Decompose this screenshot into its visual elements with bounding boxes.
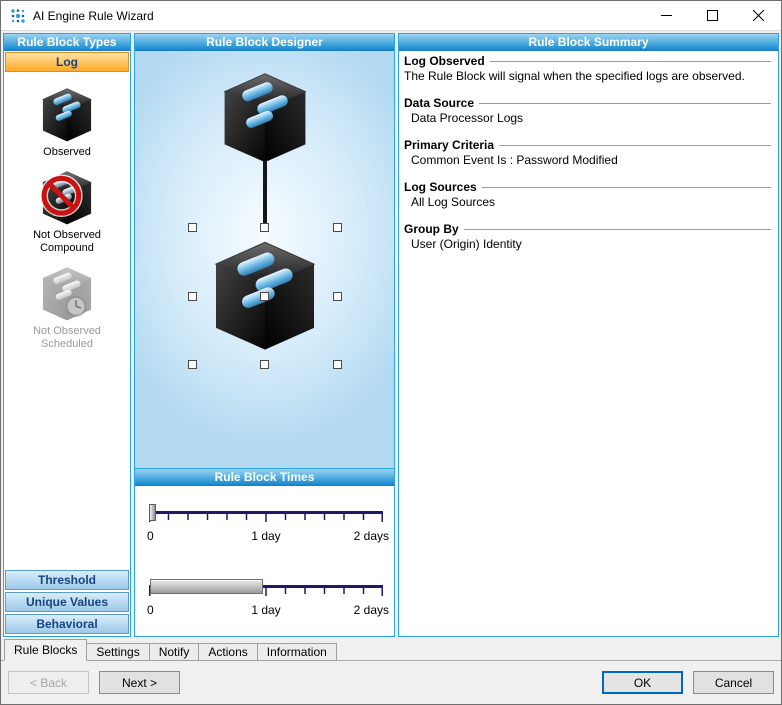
close-icon: [753, 10, 764, 21]
tick-label: 0: [147, 529, 154, 543]
time-slider-primary-labels: 0 1 day 2 days: [149, 529, 383, 543]
maximize-button[interactable]: [689, 1, 735, 30]
type-item-not-observed-scheduled: Not Observed Scheduled: [4, 266, 130, 351]
tick-label: 0: [147, 603, 154, 617]
designer-canvas[interactable]: [135, 51, 394, 468]
time-slider-primary[interactable]: 0 1 day 2 days: [149, 504, 383, 554]
rule-type-groups: Threshold Unique Values Behavioral: [4, 569, 130, 636]
rule-block-types-panel: Rule Block Types Log Observed: [3, 33, 131, 637]
type-item-observed[interactable]: Observed: [4, 87, 130, 159]
section-divider: [482, 187, 771, 189]
clock-icon: [38, 266, 96, 322]
rule-block-times-section: Rule Block Times 0 1 day 2 days: [135, 468, 394, 636]
time-slider-primary-thumb[interactable]: [149, 504, 156, 521]
block-connector-line: [263, 161, 267, 229]
parent-rule-block-cube[interactable]: [216, 71, 314, 165]
summary-section-primary-criteria: Primary Criteria Common Event Is : Passw…: [404, 138, 771, 167]
tab-settings[interactable]: Settings: [86, 643, 149, 661]
type-not-observed-scheduled-label: Not Observed Scheduled: [21, 325, 113, 351]
window-title: AI Engine Rule Wizard: [33, 9, 154, 23]
rule-block-times-body: 0 1 day 2 days 0 1 day: [135, 486, 394, 636]
selection-handle[interactable]: [260, 292, 269, 301]
rule-block-summary-header: Rule Block Summary: [399, 34, 778, 51]
summary-section-log-sources: Log Sources All Log Sources: [404, 180, 771, 209]
time-slider-range[interactable]: 0 1 day 2 days: [149, 578, 383, 628]
selection-handle[interactable]: [260, 223, 269, 232]
ai-engine-rule-wizard-window: AI Engine Rule Wizard Rule Block Types L…: [0, 0, 782, 705]
wizard-footer: < Back Next > OK Cancel: [1, 661, 781, 704]
summary-section-title: Log Observed: [404, 54, 485, 68]
next-button[interactable]: Next >: [99, 671, 180, 694]
selection-handle[interactable]: [333, 292, 342, 301]
close-button[interactable]: [735, 1, 781, 30]
selection-handle[interactable]: [188, 223, 197, 232]
tab-actions[interactable]: Actions: [198, 643, 257, 661]
selection-handle[interactable]: [333, 223, 342, 232]
back-button: < Back: [8, 671, 89, 694]
selection-handle[interactable]: [188, 360, 197, 369]
tab-information[interactable]: Information: [257, 643, 337, 661]
app-logo-icon: [10, 8, 26, 24]
log-group-button[interactable]: Log: [5, 52, 129, 72]
summary-section-data-source: Data Source Data Processor Logs: [404, 96, 771, 125]
behavioral-group-button[interactable]: Behavioral: [5, 614, 129, 634]
titlebar: AI Engine Rule Wizard: [1, 1, 781, 31]
ok-button[interactable]: OK: [602, 671, 683, 694]
selection-handle[interactable]: [333, 360, 342, 369]
type-item-not-observed-compound[interactable]: Not Observed Compound: [4, 170, 130, 255]
wizard-tabstrip: Rule Blocks Settings Notify Actions Info…: [1, 638, 781, 661]
type-not-observed-compound-label: Not Observed Compound: [21, 229, 113, 255]
time-slider-primary-ruler: [149, 511, 383, 525]
selection-handle[interactable]: [260, 360, 269, 369]
section-divider: [490, 61, 771, 63]
time-slider-range-bar[interactable]: [150, 579, 263, 594]
summary-section-content: User (Origin) Identity: [404, 237, 771, 251]
summary-section-title: Group By: [404, 222, 459, 236]
summary-section-content: Common Event Is : Password Modified: [404, 153, 771, 167]
not-observed-scheduled-icon: [38, 266, 96, 322]
main-content: Rule Block Types Log Observed: [1, 31, 781, 638]
summary-section-title: Data Source: [404, 96, 474, 110]
summary-section-log-observed: Log Observed The Rule Block will signal …: [404, 54, 771, 83]
summary-section-content: Data Processor Logs: [404, 111, 771, 125]
summary-section-group-by: Group By User (Origin) Identity: [404, 222, 771, 251]
threshold-group-button[interactable]: Threshold: [5, 570, 129, 590]
type-observed-label: Observed: [21, 146, 113, 159]
section-divider: [479, 103, 771, 105]
selected-rule-block[interactable]: [192, 227, 338, 365]
observed-cube-icon: [38, 87, 96, 143]
prohibition-icon: [38, 170, 96, 226]
tick-label: 1 day: [251, 529, 280, 543]
tick-label: 2 days: [354, 529, 389, 543]
summary-section-title: Log Sources: [404, 180, 477, 194]
cancel-button[interactable]: Cancel: [693, 671, 774, 694]
summary-body: Log Observed The Rule Block will signal …: [399, 51, 778, 264]
unique-values-group-button[interactable]: Unique Values: [5, 592, 129, 612]
not-observed-compound-icon: [38, 170, 96, 226]
summary-section-title: Primary Criteria: [404, 138, 494, 152]
rule-block-times-header: Rule Block Times: [135, 469, 394, 486]
rule-block-types-header: Rule Block Types: [4, 34, 130, 51]
selection-handle[interactable]: [188, 292, 197, 301]
time-slider-range-labels: 0 1 day 2 days: [149, 603, 383, 617]
tick-label: 1 day: [251, 603, 280, 617]
rule-block-designer-header: Rule Block Designer: [135, 34, 394, 51]
rule-block-designer-panel: Rule Block Designer Rul: [134, 33, 395, 637]
section-divider: [499, 145, 771, 147]
tab-notify[interactable]: Notify: [149, 643, 200, 661]
window-controls: [643, 1, 781, 30]
minimize-button[interactable]: [643, 1, 689, 30]
tick-label: 2 days: [354, 603, 389, 617]
maximize-icon: [707, 10, 718, 21]
summary-section-content: The Rule Block will signal when the spec…: [404, 69, 771, 83]
section-divider: [464, 229, 771, 231]
rule-block-summary-panel: Rule Block Summary Log Observed The Rule…: [398, 33, 779, 637]
summary-section-content: All Log Sources: [404, 195, 771, 209]
tab-rule-blocks[interactable]: Rule Blocks: [4, 639, 87, 661]
minimize-icon: [661, 10, 672, 21]
rule-block-type-list: Observed Not Observed Compound: [4, 73, 130, 569]
